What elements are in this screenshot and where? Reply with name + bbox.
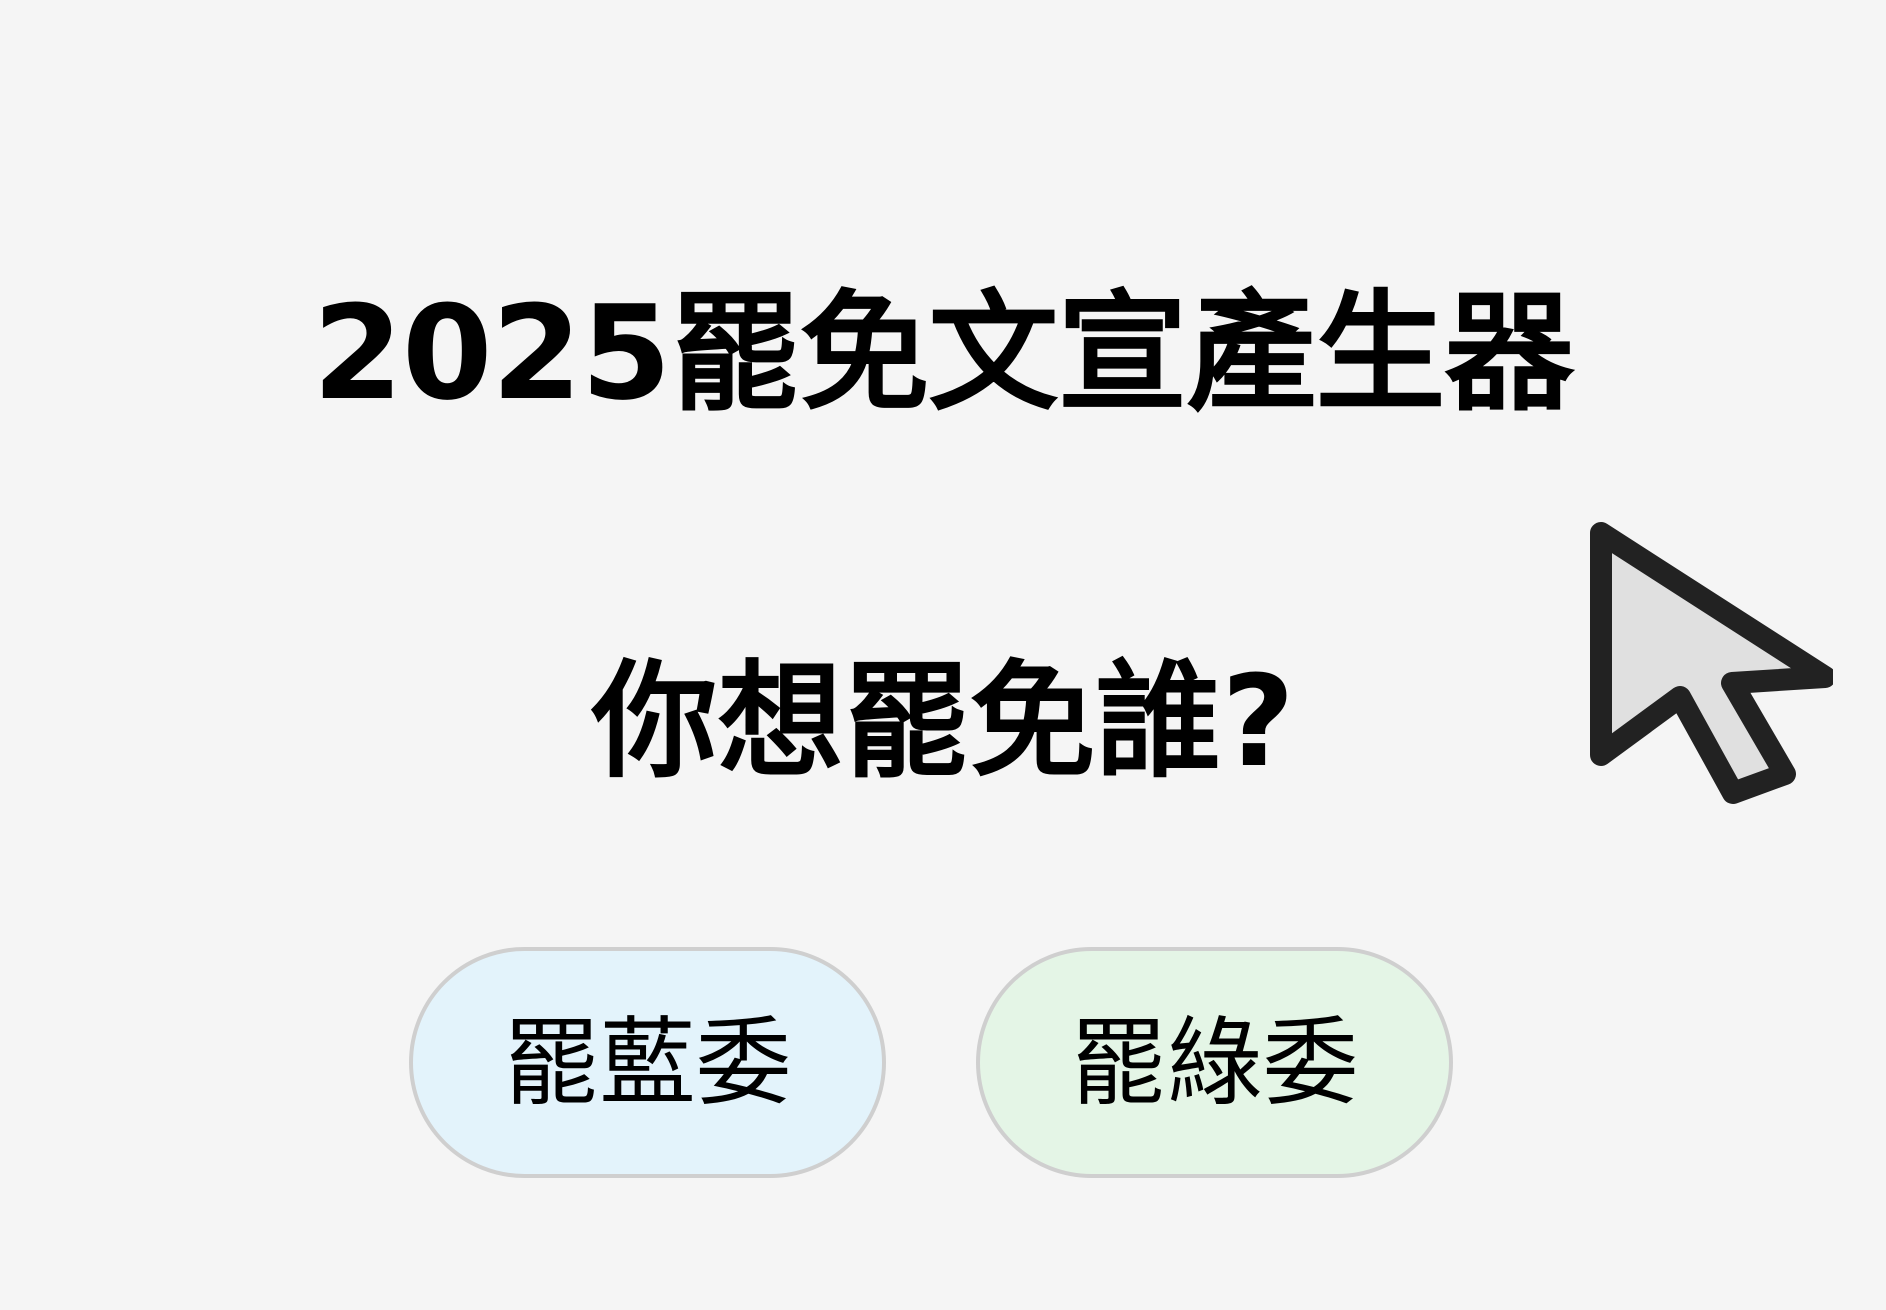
recall-blue-legislator-label: 罷藍委 — [503, 1006, 792, 1119]
page-title: 2025罷免文宣產生器 — [312, 277, 1575, 429]
recall-green-legislator-label: 罷綠委 — [1070, 1006, 1359, 1119]
mouse-pointer-icon — [1590, 522, 1833, 804]
recall-blue-legislator-button[interactable]: 罷藍委 — [409, 947, 886, 1178]
recall-green-legislator-button[interactable]: 罷綠委 — [976, 947, 1453, 1178]
